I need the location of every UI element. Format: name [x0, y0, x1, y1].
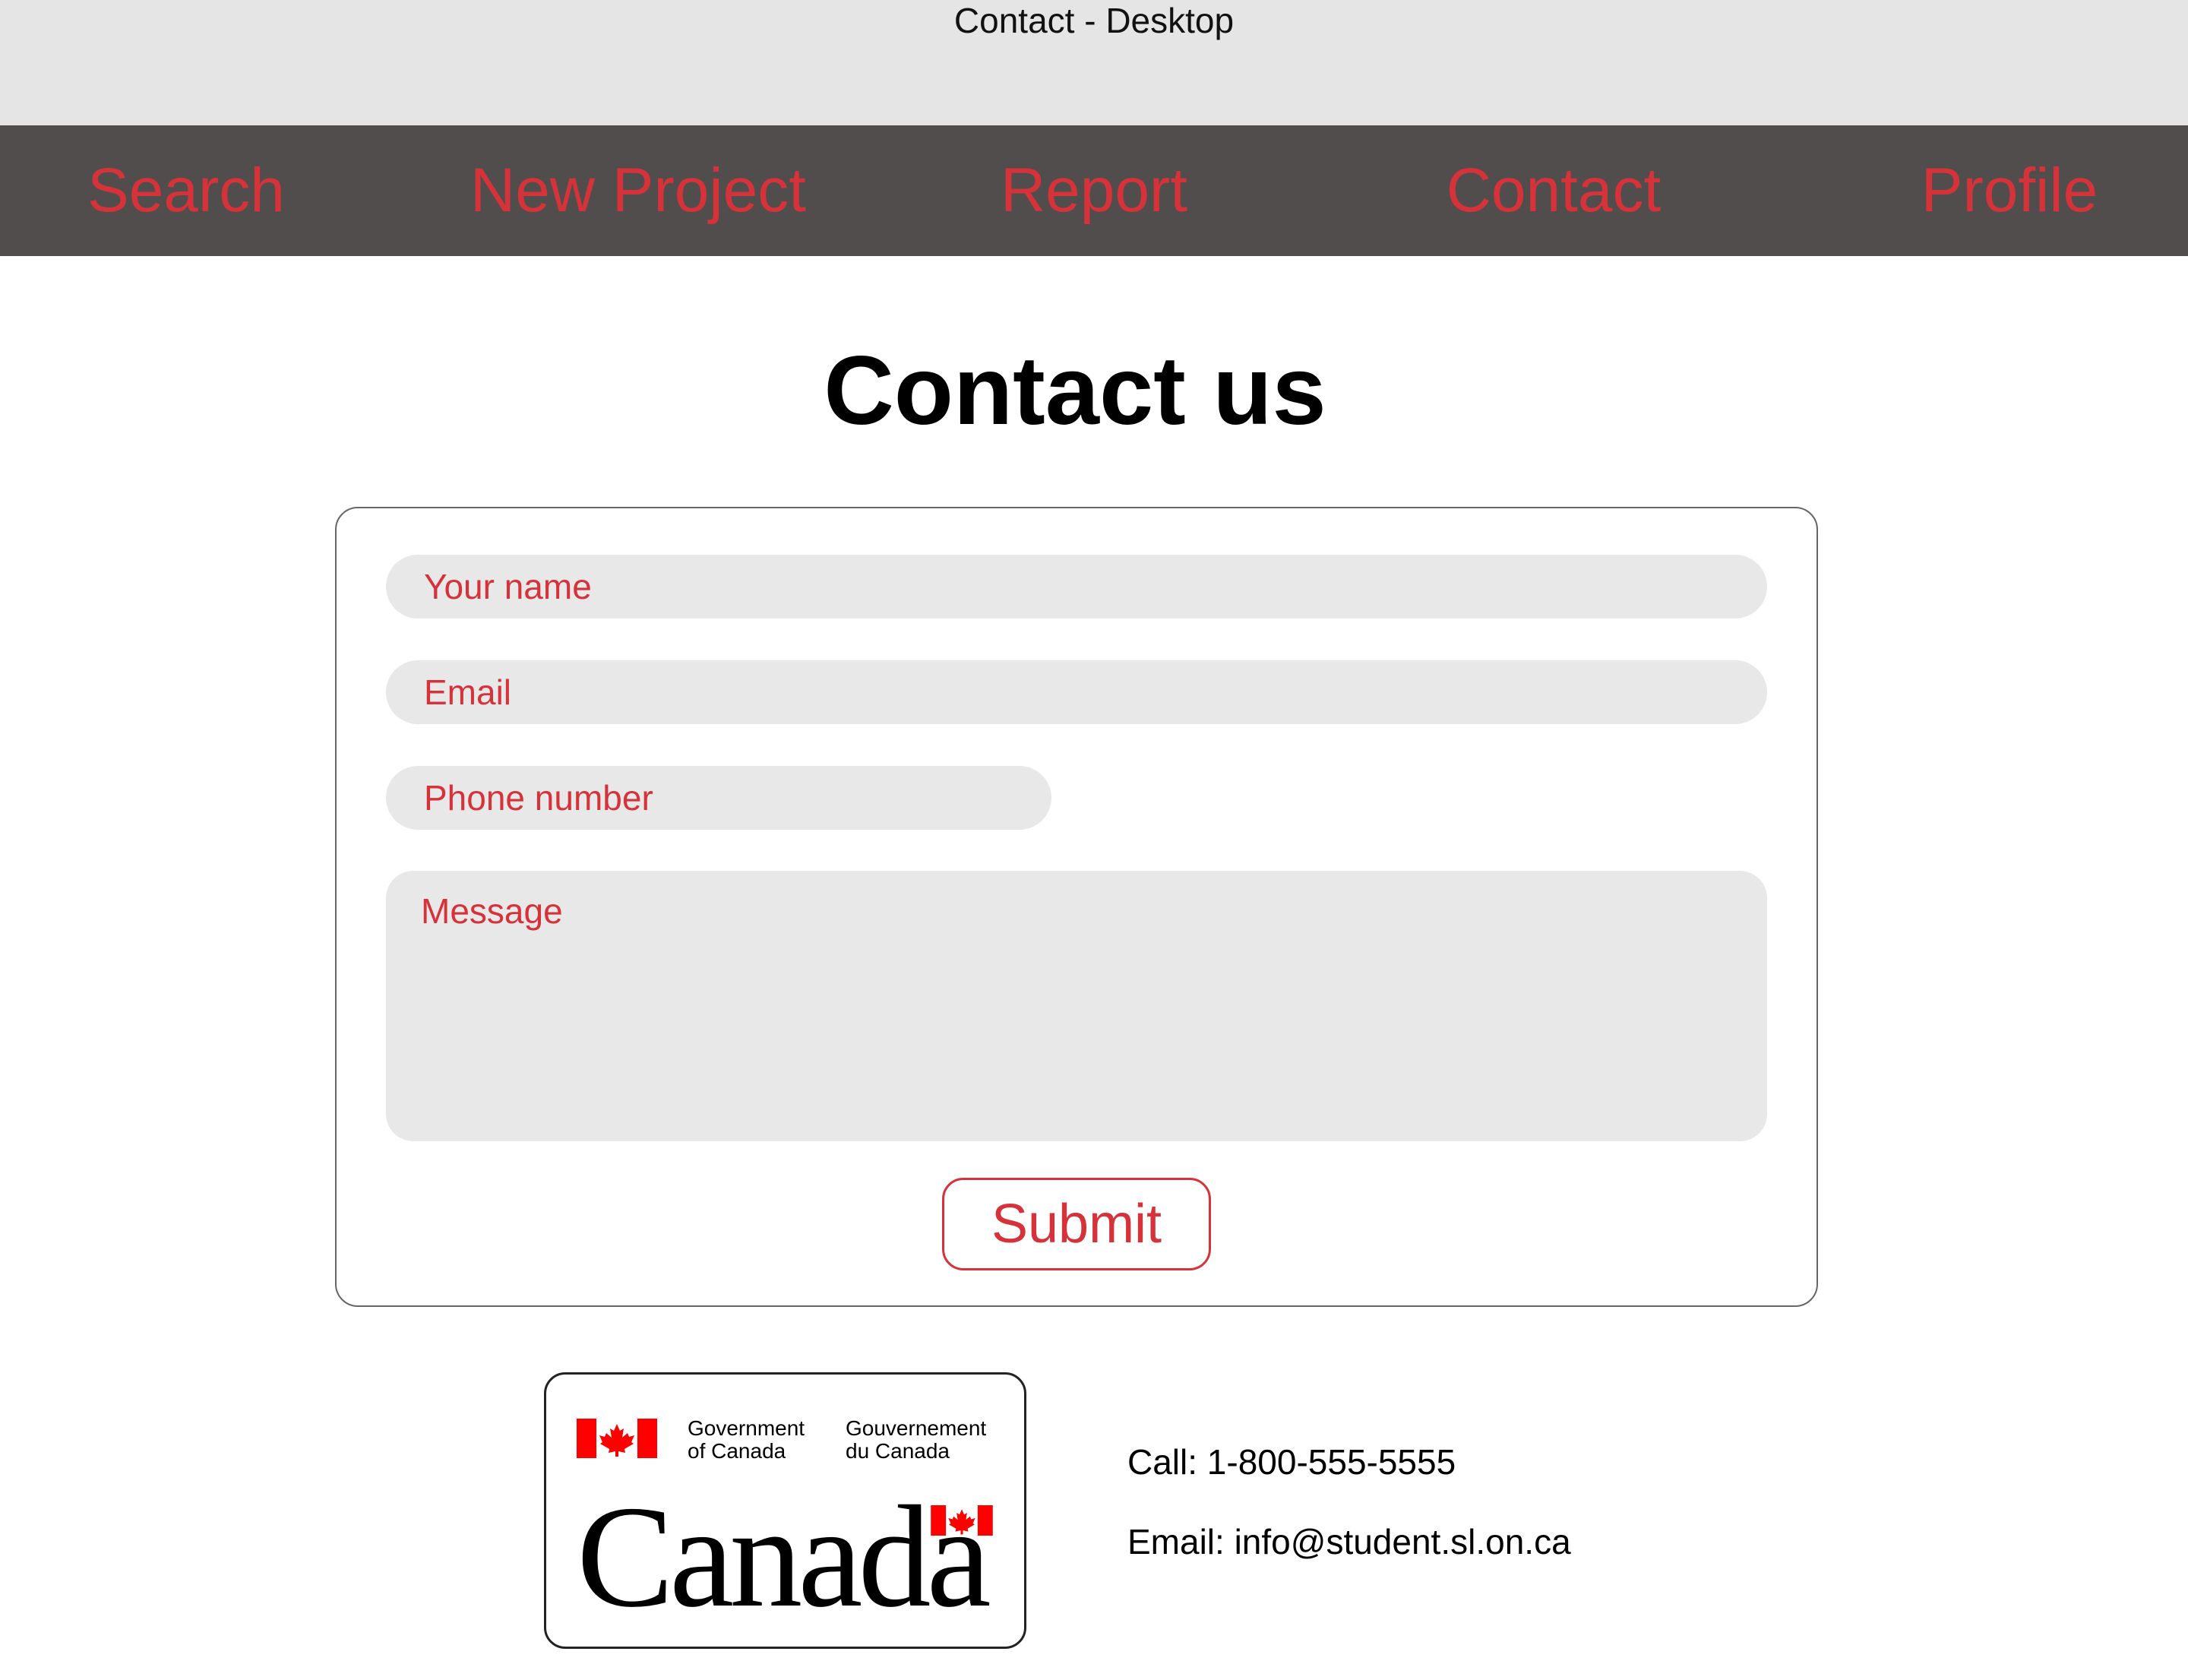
nav-item-search[interactable]: Search	[61, 125, 311, 256]
frame-title: Contact - Desktop	[953, 1, 1235, 40]
canada-wordmark: Canada	[577, 1476, 991, 1637]
contact-email: Email: info@student.sl.on.ca	[1127, 1522, 1571, 1561]
name-field[interactable]	[386, 555, 1767, 619]
canada-wordmark-flag-icon	[931, 1505, 993, 1536]
government-of-canada-logo: Government of Canada Gouvernement du Can…	[544, 1372, 1026, 1649]
nav-item-new-project[interactable]: New Project	[463, 125, 813, 256]
message-field[interactable]	[386, 871, 1767, 1141]
contact-phone: Call: 1-800-555-5555	[1127, 1442, 1456, 1482]
canada-flag-icon	[577, 1419, 657, 1458]
email-field[interactable]	[386, 660, 1767, 724]
nav-item-profile[interactable]: Profile	[1914, 125, 2104, 256]
nav-item-contact[interactable]: Contact	[1436, 125, 1671, 256]
government-of-canada-text: Government of Canada	[688, 1416, 805, 1463]
frame-header: Contact - Desktop	[0, 0, 2188, 125]
submit-button[interactable]: Submit	[942, 1178, 1211, 1270]
phone-field[interactable]	[386, 766, 1051, 830]
page-title: Contact us	[824, 337, 1326, 445]
top-navbar: Search New Project Report Contact Profil…	[0, 125, 2188, 256]
nav-item-report[interactable]: Report	[988, 125, 1200, 256]
gouvernement-du-canada-text: Gouvernement du Canada	[846, 1416, 987, 1463]
